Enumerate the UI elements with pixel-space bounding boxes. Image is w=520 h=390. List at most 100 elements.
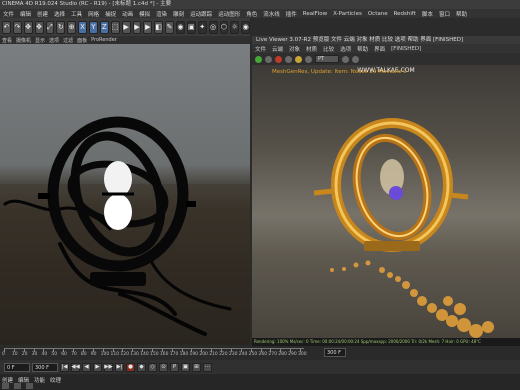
playback-button[interactable]: ▣ [181,362,190,372]
live-viewer-title: Live Viewer 3.07-R2 预览版 文件 云端 对象 材质 比较 选… [252,36,520,44]
playback-button[interactable]: ▶▶ [104,362,113,372]
start-render-icon[interactable] [255,55,262,63]
restart-icon[interactable] [265,55,272,63]
menu-item[interactable]: 工具 [68,10,85,18]
material-slot-icon[interactable] [26,383,33,389]
toolbar-button[interactable]: ◧ [154,20,164,34]
menu-item[interactable]: 帮助 [453,10,470,18]
menu-item[interactable]: X-Particles [330,11,365,17]
menu-item[interactable]: 创建 [34,10,51,18]
material-menu-item[interactable]: 纹理 [50,376,61,384]
playback-button[interactable]: ◆ [137,362,146,372]
end-frame-field[interactable]: 300 F [324,348,346,357]
viewport-menu-item[interactable]: 选项 [47,37,61,44]
playback-button[interactable]: ⊞ [192,362,201,372]
menu-item[interactable]: 运动图形 [215,10,243,18]
menu-item[interactable]: 窗口 [436,10,453,18]
material-menu-item[interactable]: 功能 [34,376,45,384]
toolbar-button[interactable]: ✎ [165,20,174,34]
editor-viewport[interactable] [0,44,250,345]
viewport-menu-item[interactable]: 面板 [75,37,89,44]
menu-item[interactable]: 网格 [85,10,102,18]
viewport-menu-item[interactable]: 显示 [33,37,47,44]
viewport-menu-item[interactable]: 过滤 [61,37,75,44]
viewport-menu-item[interactable]: 查看 [0,37,14,44]
toolbar-button[interactable]: ◉ [241,20,251,34]
playback-button[interactable]: ⊙ [159,362,168,372]
menu-item[interactable]: Octane [365,11,391,17]
toolbar-button[interactable]: ⬡ [219,20,229,34]
playback-button[interactable]: ⋯ [203,362,212,372]
playback-button[interactable]: ◇ [148,362,157,372]
toolbar-button[interactable]: Y [89,20,98,34]
live-viewer-menu-item[interactable]: 选项 [337,45,354,53]
menu-item[interactable]: 选择 [51,10,68,18]
toolbar-button[interactable]: ◉ [176,20,185,34]
timeline-tick-label: 0 [2,352,5,357]
menu-item[interactable]: 渲染 [153,10,170,18]
playback-button[interactable]: P [170,362,179,372]
viewport-menu-item[interactable]: ProRender [89,37,119,43]
toolbar-button[interactable]: ✦ [197,20,207,34]
playback-button[interactable]: ▶ [93,362,102,372]
menu-item[interactable]: 捕捉 [102,10,119,18]
menu-item[interactable]: 插件 [283,10,300,18]
timeline-tick-label: 300 [298,352,307,357]
toolbar-button[interactable]: ▶ [132,20,142,34]
menu-item[interactable]: 动画 [119,10,136,18]
stop-render-icon[interactable] [275,55,282,63]
toolbar-button[interactable]: ▣ [186,20,196,34]
menu-item[interactable]: 模拟 [136,10,153,18]
live-viewer-menu-item[interactable]: 对象 [286,45,303,53]
menu-item[interactable]: 角色 [243,10,260,18]
region-icon[interactable] [305,55,312,63]
toolbar-button[interactable]: ⬚ [110,20,120,34]
toolbar-button[interactable]: ↻ [56,20,66,34]
end-frame-field[interactable]: 300 F [32,362,58,372]
live-viewer-menu-item[interactable]: 界面 [371,45,388,53]
settings-icon[interactable] [342,55,349,63]
toolbar-button[interactable]: ✥ [34,20,44,34]
timeline-ruler[interactable]: 0 10 20 30 40 50 60 70 80 90 100 110 120 130 140 150 160… [2,348,307,357]
toolbar-button[interactable]: ⤢ [45,20,55,34]
live-viewer-menu-item[interactable]: 云端 [269,45,286,53]
material-slot-icon[interactable] [14,383,21,389]
live-viewer-menu-item[interactable]: 材质 [303,45,320,53]
viewport-menu-item[interactable]: 摄像机 [14,37,33,44]
pause-icon[interactable] [285,55,292,63]
playback-button[interactable]: ▶| [115,362,124,372]
toolbar-button[interactable]: ◎ [208,20,218,34]
start-frame-field[interactable]: 0 F [4,362,30,372]
toolbar-button[interactable]: ✥ [23,20,33,34]
toolbar-button[interactable]: X [78,20,87,34]
toolbar-button[interactable]: ▶ [143,20,153,34]
menu-item[interactable]: 编辑 [17,10,34,18]
render-output[interactable]: WWW.TALKAE.COM MeshGenRes, Update: Item:… [252,65,520,338]
live-viewer-menu-item[interactable]: 帮助 [354,45,371,53]
playback-button[interactable]: ◀ [82,362,91,372]
timeline-tick-label: 50 [51,352,58,357]
toolbar-button[interactable]: ☼ [230,20,240,34]
menu-item[interactable]: 雕刻 [170,10,187,18]
live-viewer-menu-item[interactable]: 比较 [320,45,337,53]
menu-item[interactable]: RealFlow [300,11,330,17]
playback-button[interactable]: |◀ [60,362,69,372]
menu-item[interactable]: 运动跟踪 [187,10,215,18]
material-slot-icon[interactable] [2,383,9,389]
toolbar-button[interactable]: ▶ [121,20,131,34]
menu-item[interactable]: 文件 [0,10,17,18]
playback-button[interactable]: ◀◀ [71,362,80,372]
zoom-icon[interactable] [352,55,359,63]
toolbar-button[interactable]: Z [99,20,109,34]
toolbar-button[interactable]: ⊕ [67,20,77,34]
menu-item[interactable]: Redshift [391,11,419,17]
menu-item[interactable]: 流水线 [260,10,283,18]
lock-icon[interactable] [295,55,302,63]
playback-button[interactable]: ● [126,362,135,372]
toolbar-button[interactable]: ↶ [2,20,11,34]
menu-item[interactable]: 脚本 [419,10,436,18]
render-mode-select[interactable]: PT [315,55,339,63]
timeline[interactable]: 0 10 20 30 40 50 60 70 80 90 100 110 120 130 140 150 160… [0,346,520,360]
toolbar-button[interactable]: ↷ [12,20,22,34]
live-viewer-menu-item[interactable]: 文件 [252,45,269,53]
